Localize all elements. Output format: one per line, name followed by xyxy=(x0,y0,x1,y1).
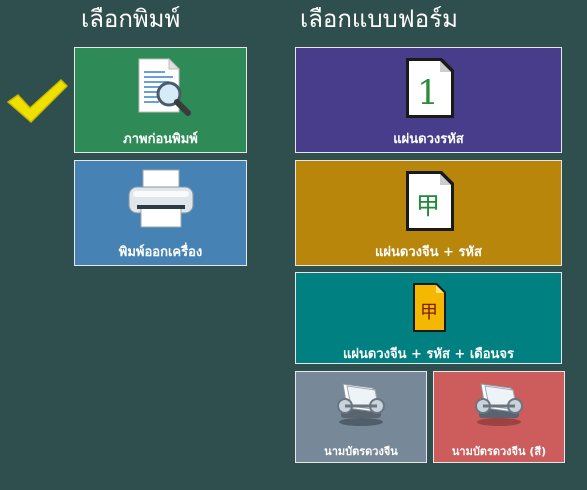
form-chinese-code-label: แผ่นดวงจีน + รหัส xyxy=(375,245,482,260)
document-preview-icon xyxy=(138,57,191,116)
printer-label: พิมพ์ออกเครื่อง xyxy=(118,245,203,260)
svg-text:1: 1 xyxy=(417,73,439,113)
chinese-character-gold-document-icon: 甲 xyxy=(412,283,446,332)
rolodex-icon xyxy=(337,383,385,426)
rolodex-color-icon xyxy=(475,383,523,426)
print-section-heading: เลือกพิมพ์ xyxy=(81,5,181,33)
preview-button[interactable]: ภาพก่อนพิมพ์ xyxy=(74,47,247,153)
form-business-card-color-label: นามบัตรดวงจีน (สี) xyxy=(451,445,547,458)
chinese-character-document-icon: 甲 xyxy=(405,171,454,231)
form-chinese-code-transit-label: แผ่นดวงจีน + รหัส + เดือนจร xyxy=(342,347,515,362)
form-section-heading: เลือกแบบฟอร์ม xyxy=(300,5,458,33)
form-business-card-button[interactable]: นามบัตรดวงจีน xyxy=(295,371,427,463)
form-business-card-color-button[interactable]: นามบัตรดวงจีน (สี) xyxy=(433,371,565,463)
preview-label: ภาพก่อนพิมพ์ xyxy=(123,132,198,147)
form-business-card-label: นามบัตรดวงจีน xyxy=(324,445,398,458)
form-chinese-code-transit-button[interactable]: 甲 แผ่นดวงจีน + รหัส + เดือนจร xyxy=(295,272,562,364)
svg-text:甲: 甲 xyxy=(420,302,438,323)
checkmark-icon xyxy=(6,78,68,124)
print-to-printer-button[interactable]: พิมพ์ออกเครื่อง xyxy=(74,160,247,266)
form-code-sheet-button[interactable]: 1 แผ่นดวงรหัส xyxy=(295,47,562,153)
svg-text:甲: 甲 xyxy=(416,192,440,220)
form-chinese-code-button[interactable]: 甲 แผ่นดวงจีน + รหัส xyxy=(295,160,562,266)
number-one-document-icon: 1 xyxy=(405,58,454,118)
form-code-sheet-label: แผ่นดวงรหัส xyxy=(393,132,464,147)
printer-icon xyxy=(128,169,193,228)
